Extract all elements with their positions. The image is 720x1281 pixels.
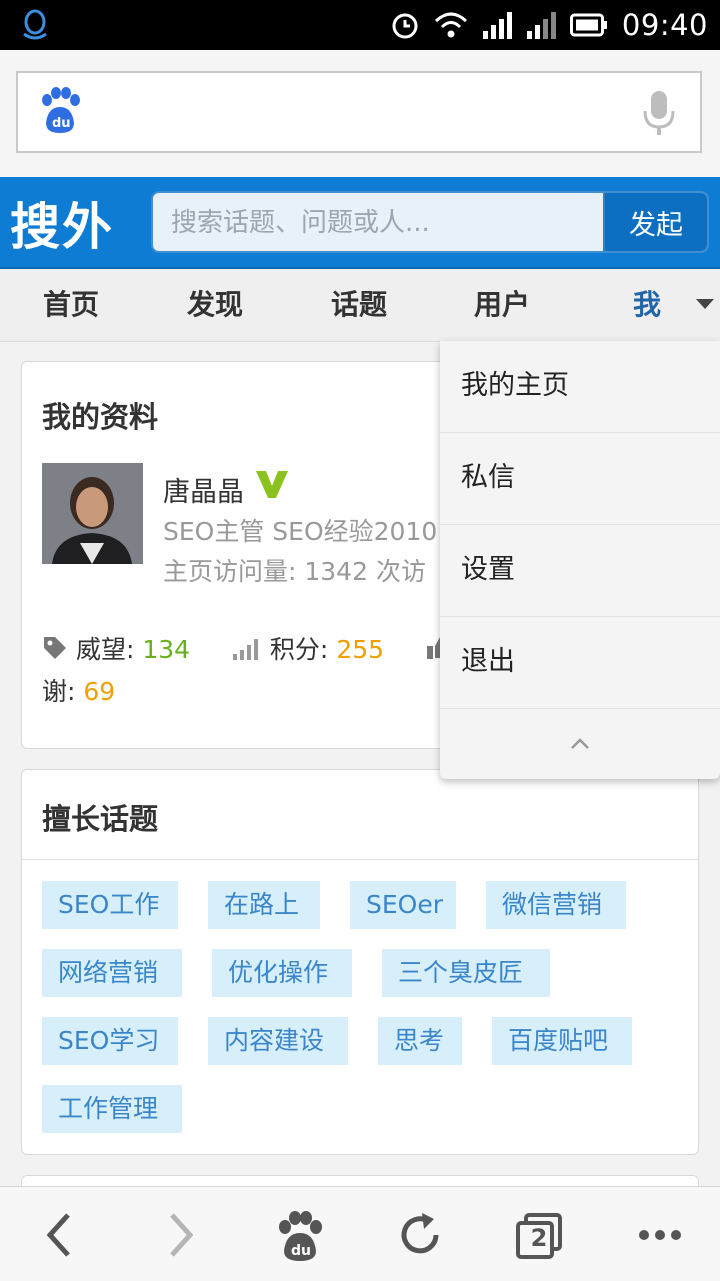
tab-count: 2: [530, 1224, 548, 1252]
topics-title: 擅长话题: [42, 802, 159, 836]
topics-card: 擅长话题 SEO工作 在路上 SEOer 微信营销 网络营销 优化操作 三个臭皮…: [21, 769, 699, 1155]
menu-item-logout[interactable]: 退出: [440, 617, 720, 709]
topic-tag[interactable]: 思考: [378, 1017, 462, 1065]
browser-bottom-bar: du 2: [0, 1186, 720, 1281]
search-input[interactable]: [153, 193, 623, 251]
user-name[interactable]: 唐晶晶: [163, 470, 244, 509]
collapse-menu-button[interactable]: [440, 709, 720, 779]
svg-text:du: du: [52, 116, 71, 131]
battery-icon: [569, 13, 607, 37]
refresh-icon[interactable]: [392, 1207, 448, 1263]
user-dropdown-menu: 我的主页 私信 设置 退出: [440, 341, 720, 779]
url-input[interactable]: du: [16, 71, 702, 153]
site-header: 搜外 发起: [0, 177, 720, 269]
microphone-icon[interactable]: [642, 89, 676, 137]
topic-tag[interactable]: 在路上: [208, 881, 320, 929]
prestige-value: 134: [142, 635, 191, 664]
svg-text:du: du: [291, 1243, 311, 1259]
signal-icon: [526, 12, 556, 39]
signal-bars-icon: [232, 639, 258, 660]
caret-down-icon[interactable]: [696, 299, 714, 309]
chevron-up-icon: [571, 738, 589, 749]
user-description: SEO主管 SEO经验2010: [163, 517, 438, 546]
menu-item-settings[interactable]: 设置: [440, 525, 720, 617]
points-value: 255: [336, 635, 385, 664]
qq-icon: [23, 9, 47, 40]
nav-topics[interactable]: 话题: [331, 269, 387, 341]
nav-home[interactable]: 首页: [43, 269, 99, 341]
user-stats: 威望: 134 积分: 255 谢: 69: [42, 630, 452, 708]
site-logo[interactable]: 搜外: [10, 187, 114, 259]
forward-icon[interactable]: [152, 1207, 208, 1263]
clock: 09:40: [621, 8, 708, 42]
tag-icon: [44, 637, 66, 659]
topic-tag[interactable]: 内容建设: [208, 1017, 348, 1065]
verified-v-icon: [256, 471, 288, 498]
thanks-value: 69: [83, 677, 116, 706]
main-nav: 首页 发现 话题 用户 我: [0, 269, 720, 342]
menu-item-label: 设置: [461, 554, 515, 585]
points-label: 积分:: [269, 635, 329, 664]
browser-toolbar: du: [0, 50, 720, 177]
divider: [22, 859, 698, 860]
menu-item-my-homepage[interactable]: 我的主页: [440, 341, 720, 433]
topic-tag[interactable]: 优化操作: [212, 949, 352, 997]
baidu-home-icon[interactable]: du: [272, 1207, 328, 1263]
topic-tag[interactable]: 工作管理: [42, 1085, 182, 1133]
topic-tag[interactable]: 百度贴吧: [492, 1017, 632, 1065]
profile-title: 我的资料: [42, 400, 159, 434]
nav-users[interactable]: 用户: [474, 269, 530, 341]
tabs-icon[interactable]: 2: [512, 1207, 568, 1263]
menu-item-label: 退出: [461, 646, 515, 677]
menu-item-label: 私信: [461, 462, 515, 493]
thanks-label: 谢:: [42, 677, 76, 706]
wifi-icon: [434, 12, 467, 38]
more-icon[interactable]: [632, 1207, 688, 1263]
site-search: 发起: [151, 191, 709, 253]
menu-item-messages[interactable]: 私信: [440, 433, 720, 525]
topic-tag[interactable]: SEO工作: [42, 881, 178, 929]
signal-icon: [482, 12, 512, 39]
topic-tag[interactable]: 三个臭皮匠: [382, 949, 550, 997]
nav-discover[interactable]: 发现: [187, 269, 243, 341]
avatar[interactable]: [42, 463, 143, 564]
menu-item-label: 我的主页: [461, 370, 569, 401]
nav-me[interactable]: 我: [633, 269, 661, 341]
topic-tag[interactable]: 网络营销: [42, 949, 182, 997]
topic-tag[interactable]: SEOer: [350, 881, 456, 929]
topic-tag[interactable]: 微信营销: [486, 881, 626, 929]
publish-button[interactable]: 发起: [603, 193, 707, 251]
prestige-label: 威望:: [75, 635, 135, 664]
avatar-photo: [42, 463, 143, 564]
status-bar: 09:40: [0, 0, 720, 50]
user-visits: 主页访问量: 1342 次访: [163, 557, 426, 586]
topic-tag[interactable]: SEO学习: [42, 1017, 178, 1065]
alarm-icon: [392, 13, 418, 39]
back-icon[interactable]: [32, 1207, 88, 1263]
baidu-paw-icon: du: [42, 87, 80, 133]
